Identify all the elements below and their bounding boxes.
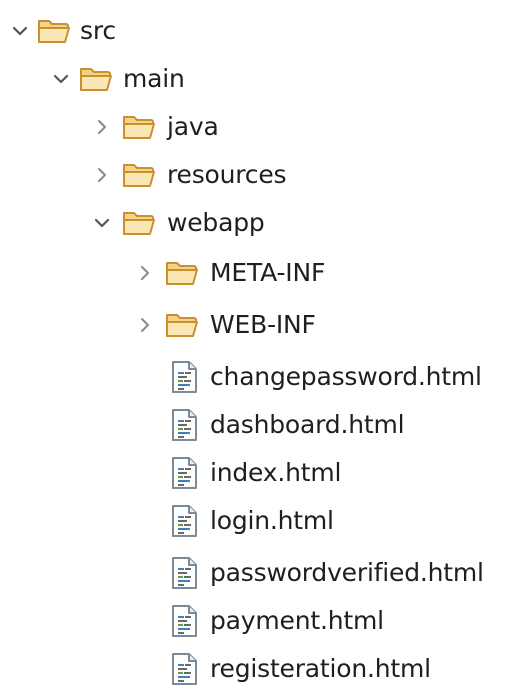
tree-item-webapp[interactable]: webapp — [0, 199, 520, 247]
folder-open-icon — [121, 207, 157, 239]
folder-open-icon — [78, 63, 114, 95]
tree-item-label: registeration.html — [210, 654, 431, 683]
html-file-icon — [169, 408, 199, 442]
folder-icon — [121, 111, 157, 143]
chevron-right-icon[interactable] — [136, 316, 154, 334]
tree-item-main[interactable]: main — [0, 55, 520, 103]
tree-item-label: webapp — [167, 208, 265, 237]
chevron-right-icon[interactable] — [93, 118, 111, 136]
tree-item-label: src — [80, 16, 116, 45]
html-file-icon — [169, 652, 199, 686]
html-file-icon — [169, 504, 199, 538]
tree-item-label: WEB-INF — [210, 310, 316, 339]
tree-item-file[interactable]: passwordverified.html — [0, 549, 520, 597]
tree-item-label: passwordverified.html — [210, 558, 484, 587]
folder-icon — [164, 257, 200, 289]
tree-item-label: main — [123, 64, 185, 93]
tree-item-web-inf[interactable]: WEB-INF — [0, 301, 520, 349]
tree-item-meta-inf[interactable]: META-INF — [0, 249, 520, 297]
tree-item-label: dashboard.html — [210, 410, 405, 439]
folder-open-icon — [36, 15, 72, 47]
html-file-icon — [169, 604, 199, 638]
html-file-icon — [169, 556, 199, 590]
tree-item-label: payment.html — [210, 606, 384, 635]
tree-item-src[interactable]: src — [0, 7, 520, 55]
chevron-down-icon[interactable] — [11, 22, 29, 40]
tree-item-resources[interactable]: resources — [0, 151, 520, 199]
tree-item-java[interactable]: java — [0, 103, 520, 151]
folder-icon — [164, 309, 200, 341]
tree-item-label: index.html — [210, 458, 342, 487]
tree-item-file[interactable]: index.html — [0, 449, 520, 497]
tree-item-file[interactable]: changepassword.html — [0, 353, 520, 401]
chevron-down-icon[interactable] — [52, 70, 70, 88]
project-explorer-tree: src main java resources webapp META-INF … — [0, 0, 520, 691]
chevron-right-icon[interactable] — [136, 264, 154, 282]
tree-item-label: resources — [167, 160, 287, 189]
tree-item-file[interactable]: payment.html — [0, 597, 520, 645]
tree-item-file[interactable]: dashboard.html — [0, 401, 520, 449]
tree-item-label: java — [167, 112, 219, 141]
html-file-icon — [169, 456, 199, 490]
tree-item-label: login.html — [210, 506, 334, 535]
tree-item-file[interactable]: registeration.html — [0, 645, 520, 693]
html-file-icon — [169, 360, 199, 394]
folder-icon — [121, 159, 157, 191]
tree-item-label: changepassword.html — [210, 362, 482, 391]
chevron-right-icon[interactable] — [93, 166, 111, 184]
tree-item-file[interactable]: login.html — [0, 497, 520, 545]
tree-item-label: META-INF — [210, 258, 326, 287]
chevron-down-icon[interactable] — [93, 214, 111, 232]
